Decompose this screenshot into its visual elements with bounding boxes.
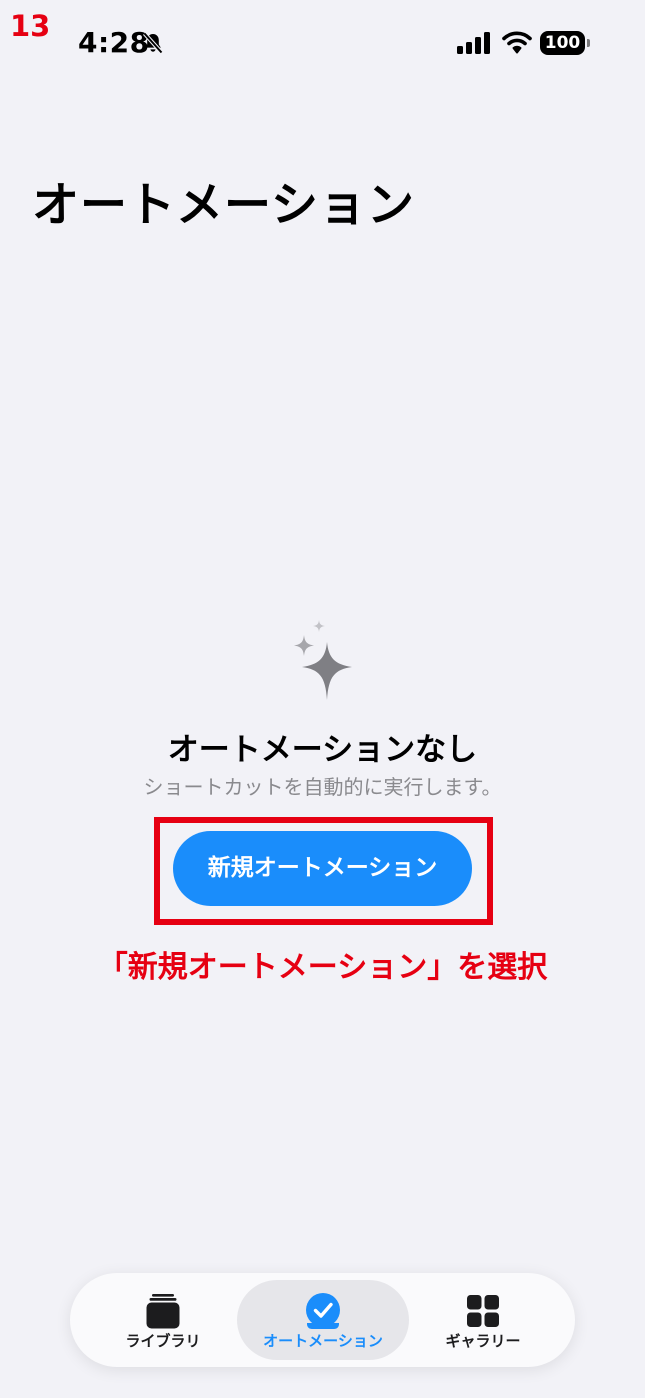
battery-level: 100: [540, 31, 585, 55]
tab-library-label: ライブラリ: [125, 1332, 201, 1350]
automation-check-icon: [306, 1293, 340, 1329]
status-time: 4:28: [78, 26, 150, 59]
tab-bar: ライブラリ オートメーション ギャラリー: [70, 1273, 575, 1367]
tab-library[interactable]: ライブラリ: [93, 1280, 233, 1360]
new-automation-button[interactable]: 新規オートメーション: [173, 831, 472, 906]
instruction-text: 「新規オートメーション」を選択: [97, 950, 548, 985]
sparkles-icon: [294, 620, 352, 700]
page-title: オートメーション: [32, 178, 416, 233]
bell-slash-icon: [143, 32, 163, 54]
tab-automation[interactable]: オートメーション: [237, 1280, 409, 1360]
tab-gallery[interactable]: ギャラリー: [413, 1280, 553, 1360]
tab-gallery-label: ギャラリー: [445, 1332, 521, 1350]
tab-automation-label: オートメーション: [263, 1332, 383, 1350]
gallery-grid-icon: [467, 1295, 499, 1327]
library-stack-icon: [146, 1294, 180, 1329]
battery-cap: [587, 39, 590, 47]
battery-icon: 100: [540, 31, 591, 55]
empty-state-title: オートメーションなし: [167, 732, 478, 768]
empty-state-subtitle: ショートカットを自動的に実行します。: [143, 775, 502, 799]
wifi-icon: [502, 31, 532, 54]
cellular-signal-icon: [457, 32, 490, 54]
status-bar: 4:28 100: [0, 0, 645, 88]
